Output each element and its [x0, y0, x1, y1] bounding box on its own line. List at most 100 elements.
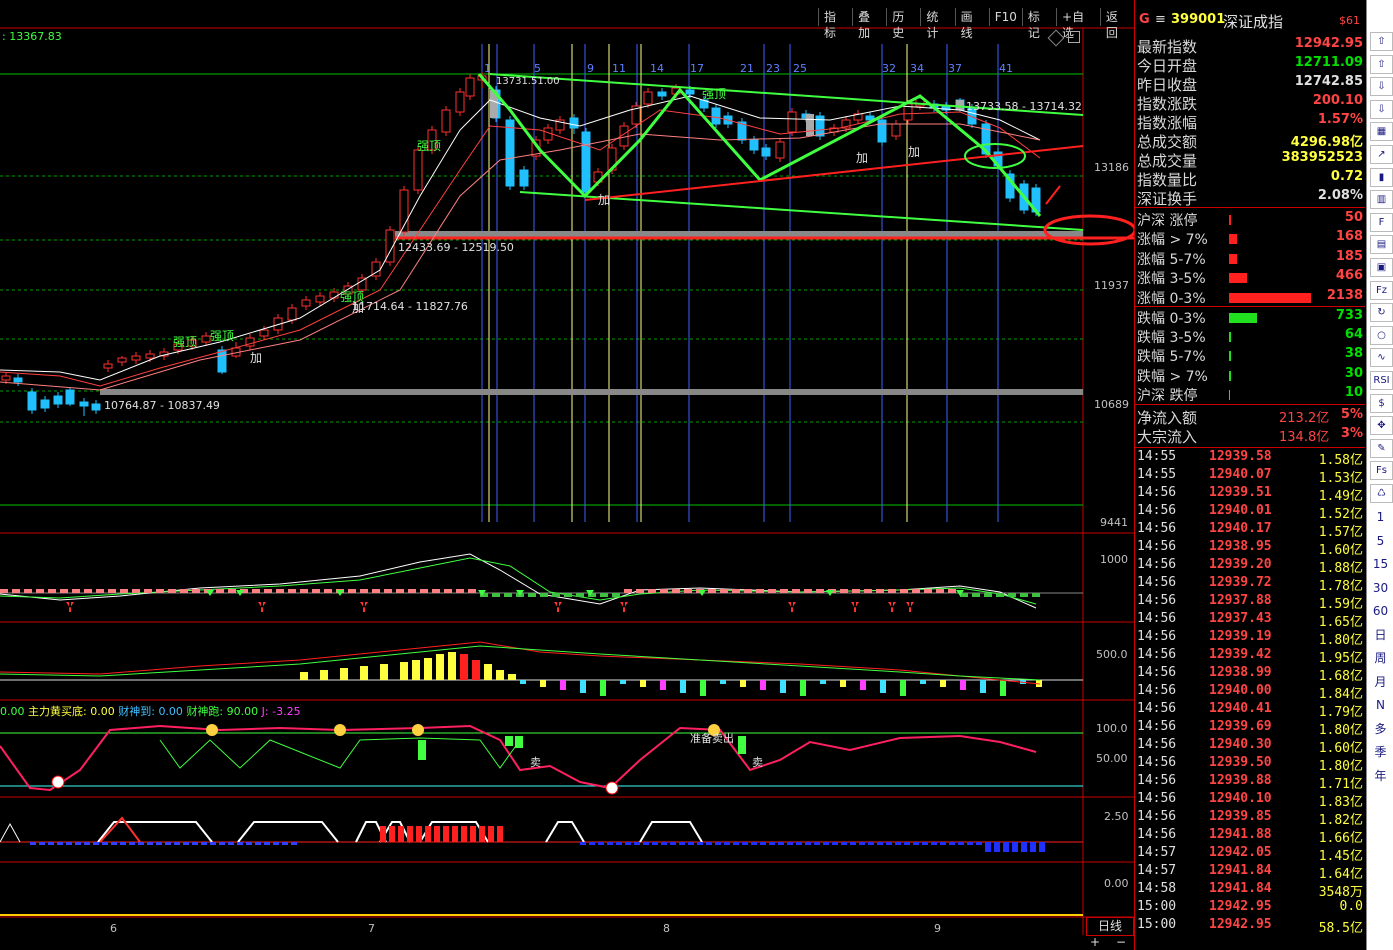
toolbar-button[interactable]: 返回 — [1099, 8, 1134, 40]
volume-bar — [720, 680, 726, 684]
page-up-icon[interactable]: ⇧ — [1370, 54, 1393, 74]
kline-chart-area[interactable]: 1 5 9 11 14 17 21 23 25 32 34 37 41 12433.69 - 12519.… — [0, 0, 1134, 950]
volume-bar — [780, 680, 786, 693]
period-shortcut[interactable]: 60 — [1370, 602, 1391, 620]
macd-bar — [804, 589, 812, 593]
trapezoid-signal — [0, 822, 21, 843]
toolbar-button[interactable]: 统计 — [920, 8, 954, 40]
period-shortcut[interactable]: 月 — [1370, 673, 1391, 691]
tick-price: 12941.88 — [1209, 827, 1272, 842]
quote-icon[interactable]: ▤ — [1370, 235, 1393, 255]
stat-value: 12742.85 — [1294, 74, 1363, 89]
period-shortcut[interactable]: 1 — [1370, 508, 1391, 526]
zoom-in-button[interactable]: + — [1090, 935, 1100, 949]
volume-bar — [380, 664, 388, 680]
rsi-icon[interactable]: RSI — [1370, 371, 1393, 390]
candle-body — [287, 307, 297, 321]
candle-body — [505, 119, 515, 187]
tick-price: 12939.88 — [1209, 773, 1272, 788]
toolbar-button[interactable]: 历史 — [886, 8, 920, 40]
line-chart-icon[interactable]: ↗ — [1370, 145, 1393, 164]
macd-bar — [720, 589, 728, 593]
kdj-line — [159, 737, 521, 769]
breadth-bar — [1229, 313, 1257, 323]
grid-icon[interactable]: ▦ — [1370, 122, 1393, 142]
tick-row: 14:57 12941.84 1.64亿 — [1135, 863, 1365, 882]
maximize-icon[interactable] — [1068, 31, 1080, 43]
scroll-down-icon[interactable]: ⇩ — [1370, 99, 1393, 119]
refresh-icon[interactable]: ↻ — [1370, 303, 1393, 323]
signal-bar — [877, 842, 883, 845]
tick-volume: 1.53亿 — [1318, 471, 1363, 486]
stat-value: 0.72 — [1330, 169, 1363, 184]
period-shortcut[interactable]: 5 — [1370, 532, 1391, 550]
period-shortcut[interactable]: 季 — [1370, 743, 1391, 761]
fz-icon[interactable]: Fz — [1370, 280, 1393, 300]
signal-bar — [84, 842, 90, 845]
wave-icon[interactable]: ∿ — [1370, 348, 1393, 368]
tick-time: 14:57 — [1137, 863, 1177, 878]
volume-bar — [760, 680, 766, 690]
tick-time: 14:56 — [1137, 485, 1177, 500]
tick-time: 14:56 — [1137, 539, 1177, 554]
stat-value: 1.57% — [1317, 112, 1363, 127]
period-shortcut[interactable]: 年 — [1370, 767, 1391, 785]
volume-bar — [640, 680, 646, 687]
signal-bar — [751, 842, 757, 845]
period-shortcut[interactable]: 周 — [1370, 649, 1391, 667]
period-button[interactable]: 日线 — [1086, 917, 1134, 936]
f10-icon[interactable]: F — [1370, 212, 1393, 232]
candle-chart-icon[interactable]: ▮ — [1370, 167, 1393, 187]
toolbar-button[interactable]: 叠加 — [852, 8, 886, 40]
buy-arrow-icon — [360, 602, 368, 612]
book-icon[interactable]: ▣ — [1370, 258, 1393, 277]
tick-row: 14:56 12937.43 1.65亿 — [1135, 611, 1365, 630]
macd-bar — [864, 589, 872, 593]
sub2-axis-label: 500.0 — [1096, 648, 1128, 661]
ring-icon[interactable]: ○ — [1370, 325, 1393, 345]
candle-body — [465, 77, 475, 97]
tick-time: 14:56 — [1137, 521, 1177, 536]
volume-bar — [400, 662, 408, 680]
period-shortcut[interactable]: 日 — [1370, 626, 1391, 644]
toolbar-button[interactable]: F10 — [988, 8, 1022, 26]
page-down-icon[interactable]: ⇩ — [1370, 77, 1393, 97]
signal-bar — [1021, 842, 1027, 852]
volume-bar — [800, 680, 806, 696]
tick-price: 12940.07 — [1209, 467, 1272, 482]
scroll-up-icon[interactable]: ⇧ — [1370, 32, 1393, 51]
signal-bar — [425, 826, 431, 842]
macd-bar — [312, 589, 320, 593]
toolbar-button[interactable]: 画线 — [954, 8, 989, 40]
dollar-icon[interactable]: $ — [1370, 393, 1393, 413]
signal-label: 准备卖出 — [690, 731, 734, 745]
toolbar-button[interactable]: 标记 — [1021, 8, 1056, 40]
period-shortcut[interactable]: 15 — [1370, 555, 1391, 573]
pencil-icon[interactable]: ✎ — [1370, 438, 1393, 458]
move-icon[interactable]: ✥ — [1370, 416, 1393, 436]
signal-bar — [246, 842, 252, 845]
candle-body — [455, 91, 465, 113]
tick-price: 12939.20 — [1209, 557, 1272, 572]
breadth-value: 30 — [1344, 365, 1363, 381]
period-shortcut[interactable]: N — [1370, 696, 1391, 714]
candle-body — [1, 375, 11, 381]
stat-row: 最新指数 12942.95 — [1137, 36, 1365, 56]
volume-bar — [600, 680, 606, 696]
signal-bar — [192, 842, 198, 845]
tick-row: 14:56 12939.85 1.82亿 — [1135, 809, 1365, 828]
tick-price: 12942.95 — [1209, 917, 1272, 932]
period-shortcut[interactable]: 多 — [1370, 720, 1391, 738]
fs-icon[interactable]: Fs — [1370, 461, 1393, 481]
zoom-out-button[interactable]: − — [1116, 935, 1126, 949]
recycle-icon[interactable]: ♺ — [1370, 484, 1393, 503]
stat-row: 昨日收盘 12742.85 — [1137, 74, 1365, 94]
bar-chart-icon[interactable]: ▥ — [1370, 190, 1393, 210]
menu-icon[interactable]: ≡ — [1155, 12, 1166, 27]
signal-bar — [940, 842, 946, 845]
period-shortcut[interactable]: 30 — [1370, 579, 1391, 597]
toolbar-button[interactable]: 指标 — [818, 8, 852, 40]
signal-bar — [787, 842, 793, 845]
chart-canvas[interactable]: 1 5 9 11 14 17 21 23 25 32 34 37 41 12433.69 - 12519.… — [0, 0, 1134, 950]
toolbar-button[interactable]: +自选 — [1056, 8, 1100, 40]
